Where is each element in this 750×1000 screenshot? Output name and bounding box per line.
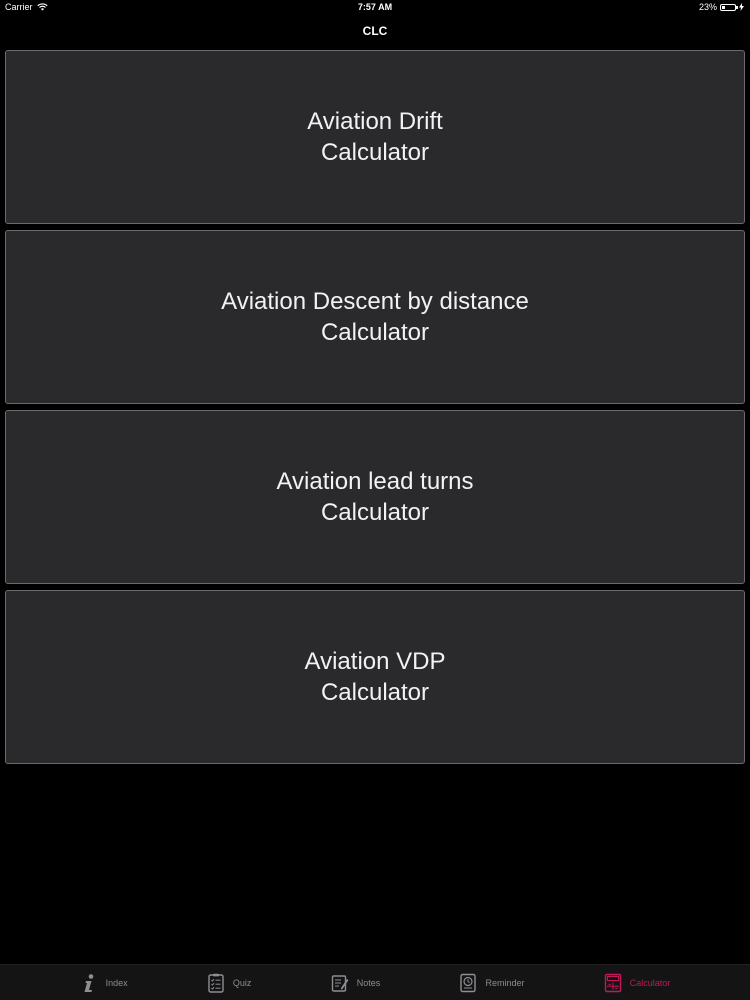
card-title: Aviation lead turns xyxy=(276,468,474,495)
tab-label: Notes xyxy=(356,977,381,988)
battery-percent: 23% xyxy=(698,2,717,12)
card-subtitle: Calculator xyxy=(320,139,430,166)
tab-reminder[interactable]: Reminder xyxy=(459,973,525,993)
tab-label: Quiz xyxy=(232,977,252,988)
nav-bar: CLC xyxy=(0,16,750,46)
status-time: 7:57 AM xyxy=(357,2,393,12)
card-title: Aviation Drift xyxy=(307,108,443,135)
descent-by-distance-calculator-button[interactable]: Aviation Descent by distance Calculator xyxy=(5,230,745,404)
battery-icon xyxy=(720,3,738,11)
card-subtitle: Calculator xyxy=(320,499,430,526)
card-label: Aviation Drift Calculator xyxy=(307,106,443,168)
tab-bar: Index Quiz Notes Reminder Calculator xyxy=(0,964,750,1000)
calculator-list: Aviation Drift Calculator Aviation Desce… xyxy=(5,50,745,770)
card-label: Aviation Descent by distance Calculator xyxy=(221,286,529,348)
info-icon xyxy=(84,973,93,992)
tab-notes[interactable]: Notes xyxy=(331,973,381,993)
card-title: Aviation Descent by distance xyxy=(221,288,529,315)
drift-calculator-button[interactable]: Aviation Drift Calculator xyxy=(5,50,745,224)
card-subtitle: Calculator xyxy=(320,679,430,706)
battery-level xyxy=(722,5,725,9)
tab-quiz[interactable]: Quiz xyxy=(207,973,252,993)
status-right: 23% xyxy=(699,2,744,12)
status-bar: Carrier 7:57 AM 23% xyxy=(0,0,750,16)
quiz-icon xyxy=(208,973,224,993)
tab-calculator[interactable]: Calculator xyxy=(604,973,671,993)
card-title: Aviation VDP xyxy=(304,648,446,675)
app-screen: Carrier 7:57 AM 23% CLC Aviation Drift C… xyxy=(0,0,750,1000)
lead-turns-calculator-button[interactable]: Aviation lead turns Calculator xyxy=(5,410,745,584)
tab-label: Calculator xyxy=(629,977,671,988)
card-label: Aviation lead turns Calculator xyxy=(276,466,473,528)
tab-index[interactable]: Index xyxy=(80,973,128,993)
vdp-calculator-button[interactable]: Aviation VDP Calculator xyxy=(5,590,745,764)
reminder-icon xyxy=(460,973,477,992)
tab-label: Reminder xyxy=(485,977,525,988)
charging-icon xyxy=(739,3,744,11)
calculator-icon xyxy=(604,973,621,992)
page-title: CLC xyxy=(362,24,388,38)
card-label: Aviation VDP Calculator xyxy=(305,646,446,708)
tab-label: Index xyxy=(105,977,128,988)
card-subtitle: Calculator xyxy=(320,319,430,346)
notes-icon xyxy=(331,974,349,992)
